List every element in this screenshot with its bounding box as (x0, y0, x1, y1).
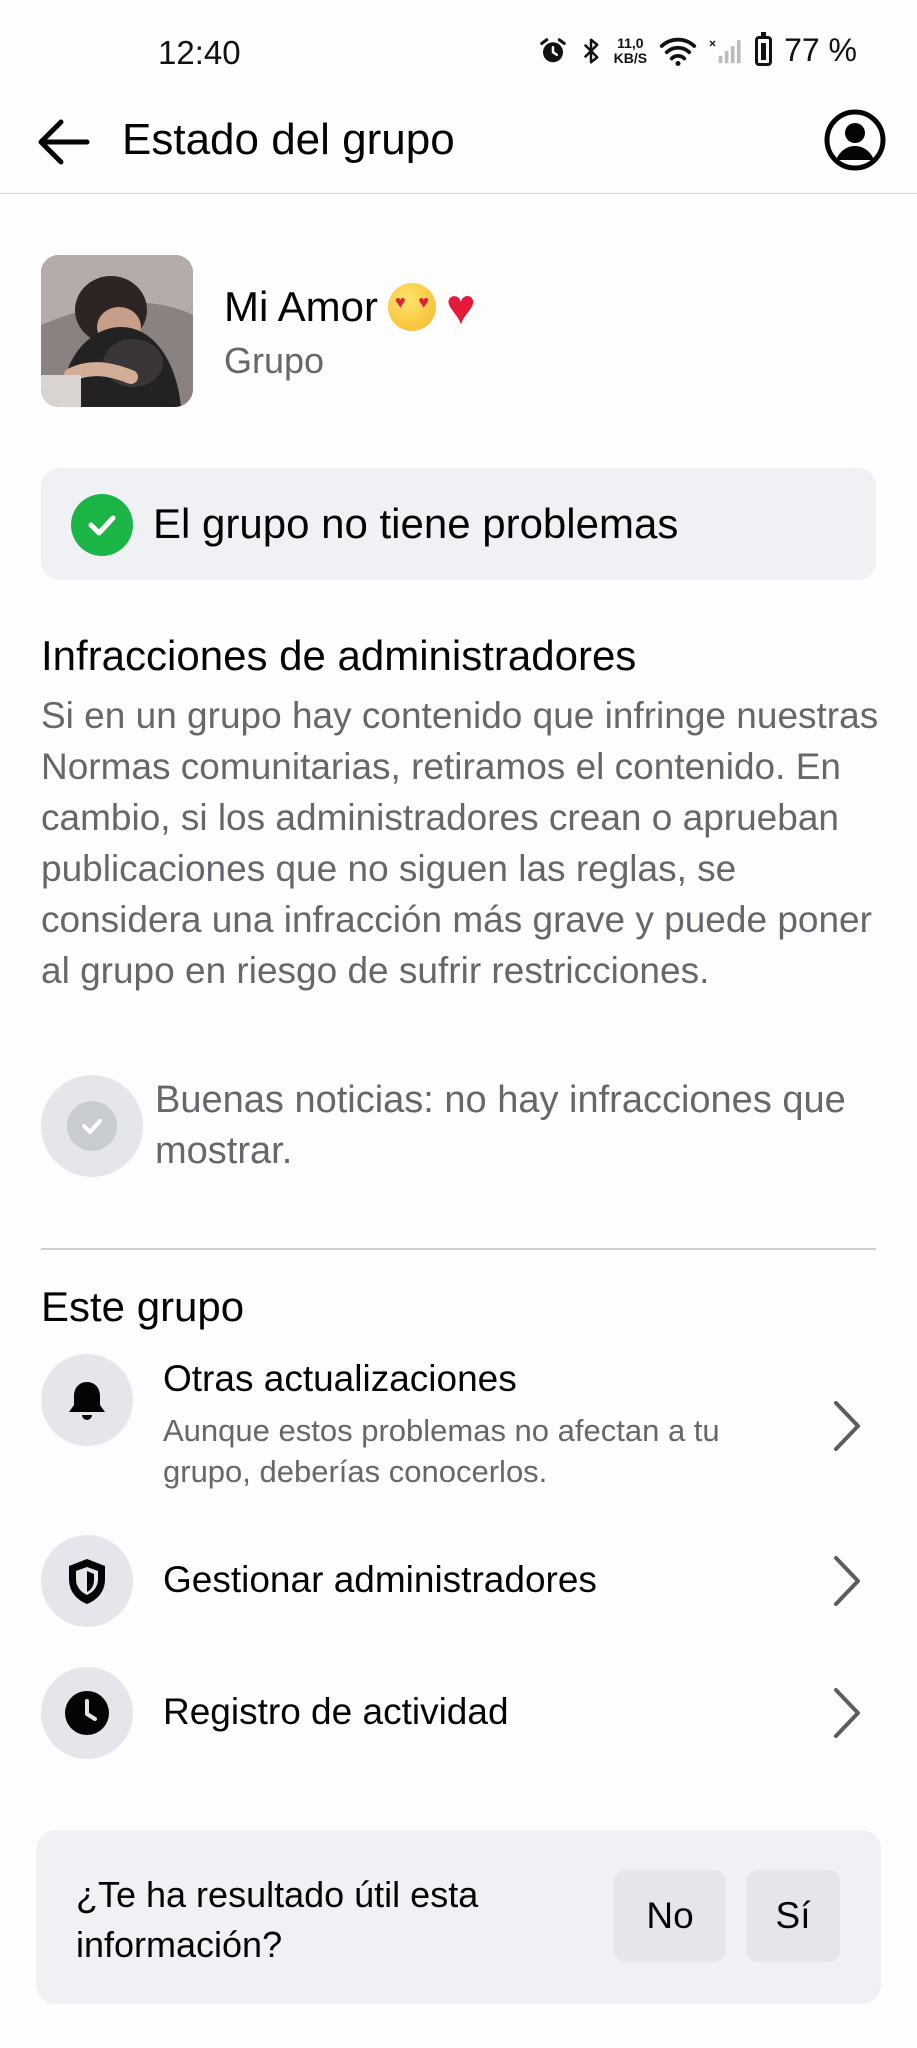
activity-log-label: Registro de actividad (163, 1691, 509, 1732)
network-speed: 11,0 KB/S (613, 34, 648, 66)
other-updates-row[interactable]: Otras actualizaciones Aunque estos probl… (41, 1350, 876, 1500)
alarm-icon (539, 37, 566, 62)
group-status-text: El grupo no tiene problemas (153, 500, 679, 547)
profile-button[interactable] (820, 105, 890, 175)
heart-eyes-emoji-icon (388, 283, 437, 331)
battery-level: 77 % (784, 32, 857, 68)
battery-icon (755, 31, 773, 66)
infractions-title: Infracciones de administradores (41, 632, 637, 679)
back-button[interactable] (28, 107, 98, 177)
other-updates-subtitle: Aunque estos problemas no afectan a tu g… (163, 1413, 720, 1489)
status-time: 12:40 (158, 34, 241, 71)
manage-admins-row[interactable]: Gestionar administradores (41, 1535, 876, 1627)
red-heart-emoji-icon: ♥ (446, 279, 476, 335)
group-type: Grupo (224, 340, 325, 381)
arrow-left-icon (38, 119, 90, 165)
group-name-text: Mi Amor (224, 283, 379, 330)
feedback-no-button[interactable]: No (614, 1870, 726, 1962)
no-infractions-icon (41, 1075, 143, 1177)
page-title: Estado del grupo (122, 115, 455, 164)
user-circle-icon (824, 109, 886, 171)
shield-icon (69, 1559, 105, 1604)
chevron-right-icon (827, 1396, 867, 1456)
this-group-title: Este grupo (41, 1283, 245, 1330)
network-speed-unit: KB/S (613, 49, 648, 66)
app-header: Estado del grupo (0, 95, 917, 194)
chevron-right-icon (827, 1683, 867, 1743)
network-speed-value: 11,0 (617, 34, 644, 51)
divider (41, 1248, 876, 1250)
bell-icon (69, 1382, 105, 1420)
group-status-banner: El grupo no tiene problemas (41, 468, 876, 580)
activity-log-row[interactable]: Registro de actividad (41, 1667, 876, 1759)
other-updates-label: Otras actualizaciones (163, 1358, 517, 1399)
cell-signal-icon: × (709, 36, 741, 63)
feedback-yes-button[interactable]: Sí (746, 1870, 840, 1962)
group-name: Mi Amor ♥ (224, 282, 476, 332)
wifi-icon (659, 37, 697, 66)
manage-admins-label: Gestionar administradores (163, 1559, 597, 1600)
bell-icon-wrap (41, 1354, 133, 1446)
check-circle-icon (71, 494, 133, 556)
feedback-card: ¿Te ha resultado útil esta información? … (36, 1830, 881, 2004)
chevron-right-icon (827, 1551, 867, 1611)
bluetooth-icon (583, 38, 599, 63)
shield-icon-wrap (41, 1535, 133, 1627)
clock-icon (65, 1691, 109, 1735)
status-icons: 11,0 KB/S × 77 % (538, 31, 857, 69)
svg-text:×: × (709, 36, 716, 50)
group-photo[interactable] (41, 255, 193, 407)
group-photo-art (41, 255, 193, 407)
clock-icon-wrap (41, 1667, 133, 1759)
feedback-question: ¿Te ha resultado útil esta información? (76, 1874, 479, 1965)
check-circle-icon (67, 1101, 117, 1151)
infractions-description: Si en un grupo hay contenido que infring… (41, 695, 879, 991)
no-infractions-text: Buenas noticias: no hay infracciones que… (155, 1079, 846, 1172)
